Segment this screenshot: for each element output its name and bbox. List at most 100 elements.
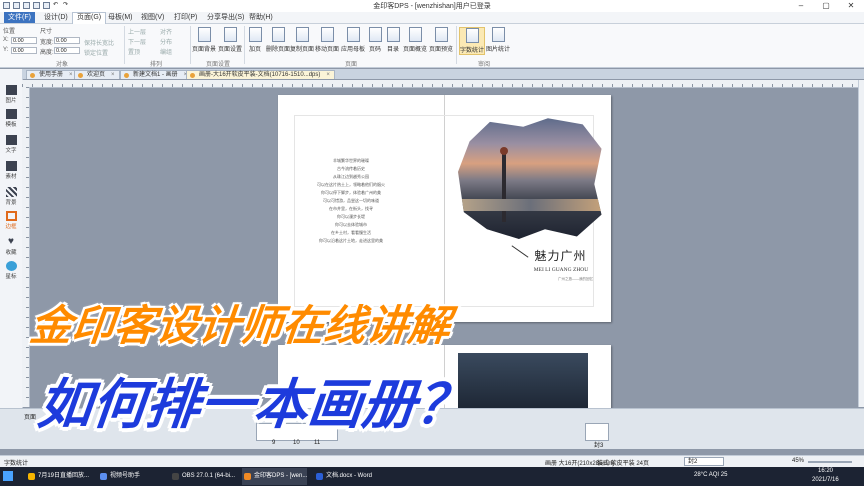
menu-design[interactable]: 设计(D)	[40, 13, 72, 22]
app-icon	[100, 473, 107, 480]
keep-ratio-checkbox[interactable]: 保持长宽比	[84, 38, 114, 47]
x-field[interactable]: 0.00	[11, 37, 37, 44]
tab-label: 画册-大16开软皮平装-文档(10716-1510...dps)	[199, 72, 321, 78]
clock-time[interactable]: 16:20	[818, 468, 833, 474]
poem-line[interactable]: 你可以漫步长堤	[296, 214, 406, 220]
page-preview-icon	[434, 27, 448, 42]
background-icon	[5, 187, 17, 197]
menu-master[interactable]: 母板(M)	[104, 13, 137, 22]
menu-page[interactable]: 页面(G)	[72, 12, 107, 24]
border-icon	[5, 211, 17, 221]
poem-line[interactable]: 古今流传着历史	[296, 166, 406, 172]
panel-item-material[interactable]: 素材	[1, 161, 21, 180]
menu-view[interactable]: 视图(V)	[137, 13, 168, 22]
page-background-button[interactable]: 页面背景	[192, 27, 216, 53]
page-background-icon	[197, 27, 211, 42]
poem-line[interactable]: 你可以沿着这片土地，走进这里的美	[296, 238, 406, 244]
move-page-button[interactable]: 移动页面	[315, 27, 339, 53]
send-backward-button[interactable]: 下一层	[128, 37, 146, 46]
maximize-button[interactable]: ▢	[815, 0, 837, 12]
tab-new-doc[interactable]: 新建文档1 - 画册×	[120, 70, 193, 79]
add-page-button[interactable]: 加页	[243, 27, 267, 53]
y-field[interactable]: 0.00	[11, 47, 37, 54]
panel-item-favorite[interactable]: ♥ 收藏	[1, 236, 21, 257]
poem-line[interactable]: 可以可惜游，品尝这一切的味道	[296, 198, 406, 204]
delete-page-button[interactable]: 删除页面	[266, 27, 290, 53]
taskbar-app-label: 7月19日直播回放...	[38, 473, 90, 479]
windows-start-icon[interactable]	[3, 471, 13, 481]
lock-position-checkbox[interactable]: 锁定位置	[84, 48, 108, 57]
button-label: 页面概览	[403, 47, 428, 53]
word-count-button[interactable]: 字数统计	[459, 27, 485, 55]
panel-item-background[interactable]: 背景	[1, 187, 21, 206]
close-icon[interactable]: ×	[69, 72, 73, 78]
clock-date[interactable]: 2021/7/16	[812, 477, 839, 483]
height-field[interactable]: 0.00	[54, 47, 80, 54]
poem-line[interactable]: 可以在这片热土上，领略着他们的烟火	[296, 182, 406, 188]
apply-master-button[interactable]: 应用母板	[341, 27, 365, 53]
page-number-icon	[368, 27, 382, 42]
heart-icon: ♥	[8, 236, 14, 247]
close-icon[interactable]: ×	[326, 72, 330, 78]
bring-forward-button[interactable]: 上一层	[128, 27, 146, 36]
panel-item-image[interactable]: 图片	[1, 85, 21, 104]
copy-page-button[interactable]: 复制页面	[290, 27, 314, 53]
align-button[interactable]: 对齐	[160, 27, 172, 36]
width-field[interactable]: 0.00	[54, 37, 80, 44]
album-title-pinyin[interactable]: MEI LI GUANG ZHOU	[526, 267, 596, 273]
taskbar-app-label: 视频号助手	[110, 473, 141, 479]
panel-item-border[interactable]: 边框	[1, 211, 21, 230]
close-button[interactable]: ✕	[840, 0, 862, 12]
poem-line[interactable]: 你可以停下脚步，体验着广州的美	[296, 190, 406, 196]
button-label: 图片统计	[486, 47, 511, 53]
minimize-button[interactable]: –	[790, 0, 812, 12]
move-page-icon	[320, 27, 334, 42]
menu-file[interactable]: 文件(F)	[4, 12, 35, 23]
tab-album-doc[interactable]: 画册-大16开软皮平装-文档(10716-1510...dps) ×	[186, 70, 335, 79]
menu-share-export[interactable]: 分享导出(S)	[203, 13, 248, 22]
weather-widget[interactable]: 28°C AQI 25	[694, 472, 727, 478]
poem-line[interactable]: 从珠江边到越秀公园	[296, 174, 406, 180]
page-overview-button[interactable]: 页面概览	[403, 27, 427, 53]
thumbnail-label: 10	[293, 440, 300, 446]
album-title-cn[interactable]: 魅力广州	[528, 247, 593, 263]
guangzhou-photo[interactable]	[458, 118, 602, 239]
album-subtitle[interactable]: 广州之旅——我的回忆	[548, 277, 593, 282]
apply-master-icon	[346, 27, 360, 42]
panel-item-template[interactable]: 模板	[1, 109, 21, 128]
close-icon[interactable]: ×	[111, 72, 115, 78]
page-selector[interactable]: 封2	[684, 457, 724, 466]
vertical-scrollbar[interactable]	[858, 80, 864, 407]
thumbnail-label: 封3	[594, 443, 604, 449]
tab-icon	[78, 73, 83, 78]
taskbar-app[interactable]: 文档.docx - Word	[314, 468, 372, 485]
toc-icon	[386, 27, 400, 42]
toc-button[interactable]: 目录	[381, 27, 405, 53]
bring-to-front-button[interactable]: 置顶	[128, 47, 140, 56]
menu-help[interactable]: 帮助(H)	[245, 13, 277, 22]
poem-line[interactable]: 羊城繁华世界的璀璨	[296, 158, 406, 164]
panel-item-star[interactable]: 星标	[1, 261, 21, 280]
delete-page-icon	[271, 27, 285, 42]
image-count-button[interactable]: 图片统计	[486, 27, 510, 53]
button-label: 页面预览	[429, 47, 454, 53]
menu-print[interactable]: 打印(P)	[170, 13, 201, 22]
button-label: 目录	[386, 47, 399, 53]
tab-icon	[124, 73, 129, 78]
tab-manual[interactable]: 使用手册 ×	[26, 70, 78, 79]
distribute-button[interactable]: 分布	[160, 37, 172, 46]
zoom-slider[interactable]	[808, 461, 852, 463]
group-button[interactable]: 编组	[160, 47, 172, 56]
status-left: 字数统计	[4, 461, 29, 467]
taskbar-app[interactable]: 视频号助手	[98, 468, 140, 485]
page-preview-button[interactable]: 页面预览	[429, 27, 453, 53]
poem-line[interactable]: 你可以去体验城市	[296, 222, 406, 228]
page-settings-button[interactable]: 页面设置	[218, 27, 242, 53]
poem-line[interactable]: 在乡土村，看看慢生活	[296, 230, 406, 236]
taskbar-app[interactable]: 金印客DPS - [wen...	[242, 468, 308, 485]
taskbar-app[interactable]: OBS 27.0.1 (64-bi...	[170, 468, 235, 485]
taskbar-app[interactable]: 7月19日直播回放...	[26, 468, 89, 485]
tab-welcome[interactable]: 欢迎页 ×	[74, 70, 120, 79]
poem-line[interactable]: 在市井里，在街头，找寻	[296, 206, 406, 212]
panel-item-text[interactable]: 文字	[1, 135, 21, 154]
